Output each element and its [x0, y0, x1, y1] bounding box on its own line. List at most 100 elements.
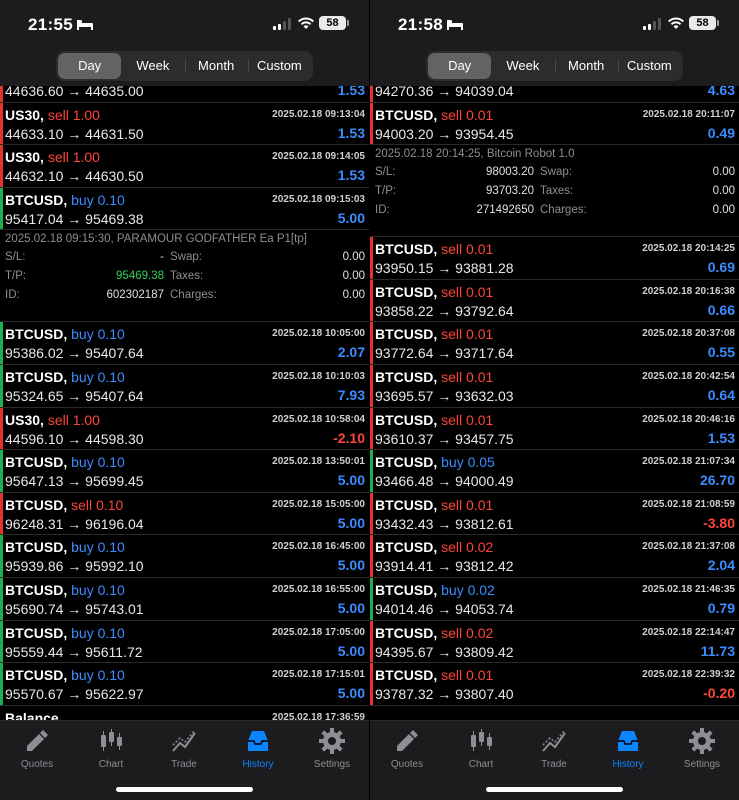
symbol-name: BTCUSD, [5, 454, 68, 471]
row-side-indicator [0, 577, 3, 620]
tab-chart[interactable]: Chart [76, 727, 146, 770]
segment-month[interactable]: Month [184, 53, 248, 79]
table-row-partial[interactable]: 44636.60 → 44635.00 1.53 [0, 86, 369, 103]
deal-row[interactable]: BTCUSD, buy 0.10 2025.02.18 17:15:01 95570… [0, 663, 369, 706]
deal-row[interactable]: BTCUSD, sell 0.01 2025.02.18 20:42:54 9369… [370, 364, 739, 408]
detail-value-taxes: 0.00 [712, 185, 735, 198]
deal-row[interactable]: BTCUSD, buy 0.10 2025.02.18 16:55:00 95690… [0, 577, 369, 621]
deal-datetime: 2025.02.18 21:07:34 [642, 456, 735, 468]
deal-volume: 0.01 [466, 241, 494, 258]
cellular-signal-icon [273, 18, 291, 30]
symbol-name: US30, [5, 411, 44, 428]
symbol-name: US30, [5, 149, 44, 166]
deal-row[interactable]: BTCUSD, sell 0.01 2025.02.18 20:14:25 9395… [370, 237, 739, 280]
screen-right: 21:58 58 Day Week Month Custom 94270.36 → 9… [370, 0, 739, 800]
deal-row[interactable]: BTCUSD, sell 0.02 2025.02.18 21:37:08 9391… [370, 535, 739, 578]
segment-week[interactable]: Week [121, 53, 184, 79]
deal-row[interactable]: BTCUSD, sell 0.01 2025.02.18 20:46:16 9361… [370, 407, 739, 451]
row-side-indicator [0, 364, 3, 407]
deal-row[interactable]: US30, sell 1.00 2025.02.18 09:13:04 44633.… [0, 102, 369, 146]
deal-row[interactable]: BTCUSD, sell 0.02 2025.02.18 22:14:47 9439… [370, 620, 739, 664]
row-side-indicator [370, 535, 373, 577]
deal-row[interactable]: BTCUSD, sell 0.01 2025.02.18 22:39:32 9378… [370, 663, 739, 706]
deal-symbol: BTCUSD, buy 0.10 [5, 369, 125, 385]
home-indicator [486, 787, 623, 792]
segment-custom[interactable]: Custom [247, 53, 311, 79]
tab-trade[interactable]: Trade [149, 727, 219, 770]
row-side-indicator [0, 620, 3, 663]
battery-icon: 58 [319, 16, 349, 30]
deal-row[interactable]: BTCUSD, sell 0.01 2025.02.18 20:11:07 9400… [370, 102, 739, 146]
deal-row[interactable]: BTCUSD, buy 0.10 2025.02.18 13:50:01 95647… [0, 450, 369, 493]
segment-custom[interactable]: Custom [617, 53, 681, 79]
deal-volume: 0.10 [97, 326, 125, 343]
deal-profit: 5.00 [337, 642, 365, 659]
deal-row[interactable]: BTCUSD, sell 0.01 2025.02.18 20:16:38 9385… [370, 279, 739, 323]
tab-trade[interactable]: Trade [519, 727, 589, 770]
segment-week[interactable]: Week [491, 53, 554, 79]
deal-row[interactable]: BTCUSD, buy 0.05 2025.02.18 21:07:34 93466… [370, 450, 739, 493]
trade-icon [540, 727, 568, 755]
tab-history[interactable]: History [223, 727, 293, 770]
history-list[interactable]: 44636.60 → 44635.00 1.53 US30, sell 1.00 20… [0, 86, 369, 720]
tab-quotes[interactable]: Quotes [2, 727, 72, 770]
deal-side: sell [47, 149, 69, 166]
deal-symbol: US30, sell 1.00 [5, 412, 100, 428]
deal-row[interactable]: US30, sell 1.00 2025.02.18 10:58:04 44596.… [0, 407, 369, 451]
deal-side: buy [71, 539, 94, 556]
deal-row[interactable]: BTCUSD, buy 0.10 2025.02.18 09:15:03 95417… [0, 187, 369, 231]
deal-volume: 0.01 [466, 368, 494, 385]
sleep-focus-icon [77, 20, 93, 30]
deal-row[interactable]: BTCUSD, buy 0.10 2025.02.18 16:45:00 95939… [0, 535, 369, 578]
deal-row[interactable]: BTCUSD, sell 0.01 2025.02.18 20:37:08 9377… [370, 322, 739, 365]
segment-day[interactable]: Day [428, 53, 492, 79]
deal-profit: 2.07 [337, 344, 365, 361]
deal-volume: 0.10 [97, 667, 125, 684]
row-side-indicator [370, 663, 373, 705]
history-list[interactable]: 94270.36 → 94039.04 4.63 BTCUSD, sell 0.01… [370, 86, 739, 720]
symbol-name: BTCUSD, [5, 191, 68, 208]
deal-row[interactable]: BTCUSD, buy 0.10 2025.02.18 10:05:00 95386… [0, 322, 369, 365]
deal-row[interactable]: BTCUSD, sell 0.01 2025.02.18 21:08:59 9343… [370, 492, 739, 536]
detail-label-swap: Swap: [540, 166, 572, 179]
row-prices: 94270.36 → 94039.04 [375, 86, 514, 99]
deal-datetime: 2025.02.18 20:42:54 [642, 370, 735, 382]
deal-symbol: US30, sell 1.00 [5, 107, 100, 123]
tab-chart[interactable]: Chart [446, 727, 516, 770]
symbol-name: BTCUSD, [375, 496, 438, 513]
deal-datetime: 2025.02.18 16:45:00 [272, 541, 365, 553]
tab-history[interactable]: History [593, 727, 663, 770]
deal-profit: 0.69 [707, 259, 735, 276]
tab-settings[interactable]: Settings [297, 727, 367, 770]
balance-row[interactable]: Balance 2025.02.18 17:36:59 [0, 706, 369, 720]
deal-row[interactable]: US30, sell 1.00 2025.02.18 09:14:05 44632.… [0, 145, 369, 188]
tab-settings[interactable]: Settings [667, 727, 737, 770]
deal-profit: 1.53 [337, 124, 365, 141]
tab-label: Quotes [20, 759, 54, 770]
deal-symbol: BTCUSD, sell 0.10 [5, 497, 123, 513]
row-profit: 4.63 [707, 86, 735, 98]
deal-row[interactable]: BTCUSD, buy 0.02 2025.02.18 21:46:35 94014… [370, 577, 739, 621]
table-row-partial[interactable]: 94270.36 → 94039.04 4.63 [370, 86, 739, 103]
detail-value-tp: 95469.38 [116, 270, 164, 283]
status-bar: 21:58 58 [370, 0, 739, 44]
deal-row[interactable]: BTCUSD, buy 0.10 2025.02.18 17:05:00 95559… [0, 620, 369, 664]
history-icon [614, 727, 642, 755]
deal-datetime: 2025.02.18 10:10:03 [272, 370, 365, 382]
segment-month[interactable]: Month [554, 53, 618, 79]
tab-quotes[interactable]: Quotes [372, 727, 442, 770]
deal-profit: 2.04 [707, 557, 735, 574]
deal-prices: 95559.44 → 95611.72 [5, 643, 143, 660]
deal-side: buy [71, 454, 94, 471]
segment-day[interactable]: Day [58, 53, 122, 79]
deal-prices: 94003.20 → 93954.45 [375, 125, 514, 142]
deal-row[interactable]: BTCUSD, sell 0.10 2025.02.18 15:05:00 9624… [0, 492, 369, 536]
deal-row[interactable]: BTCUSD, buy 0.10 2025.02.18 10:10:03 95324… [0, 364, 369, 408]
deal-symbol: US30, sell 1.00 [5, 149, 100, 165]
deal-side: sell [441, 368, 463, 385]
deal-datetime: 2025.02.18 22:39:32 [642, 669, 735, 681]
deal-side: sell [441, 624, 463, 641]
deal-volume: 0.10 [97, 368, 125, 385]
row-side-indicator [370, 492, 373, 535]
symbol-name: BTCUSD, [5, 667, 68, 684]
